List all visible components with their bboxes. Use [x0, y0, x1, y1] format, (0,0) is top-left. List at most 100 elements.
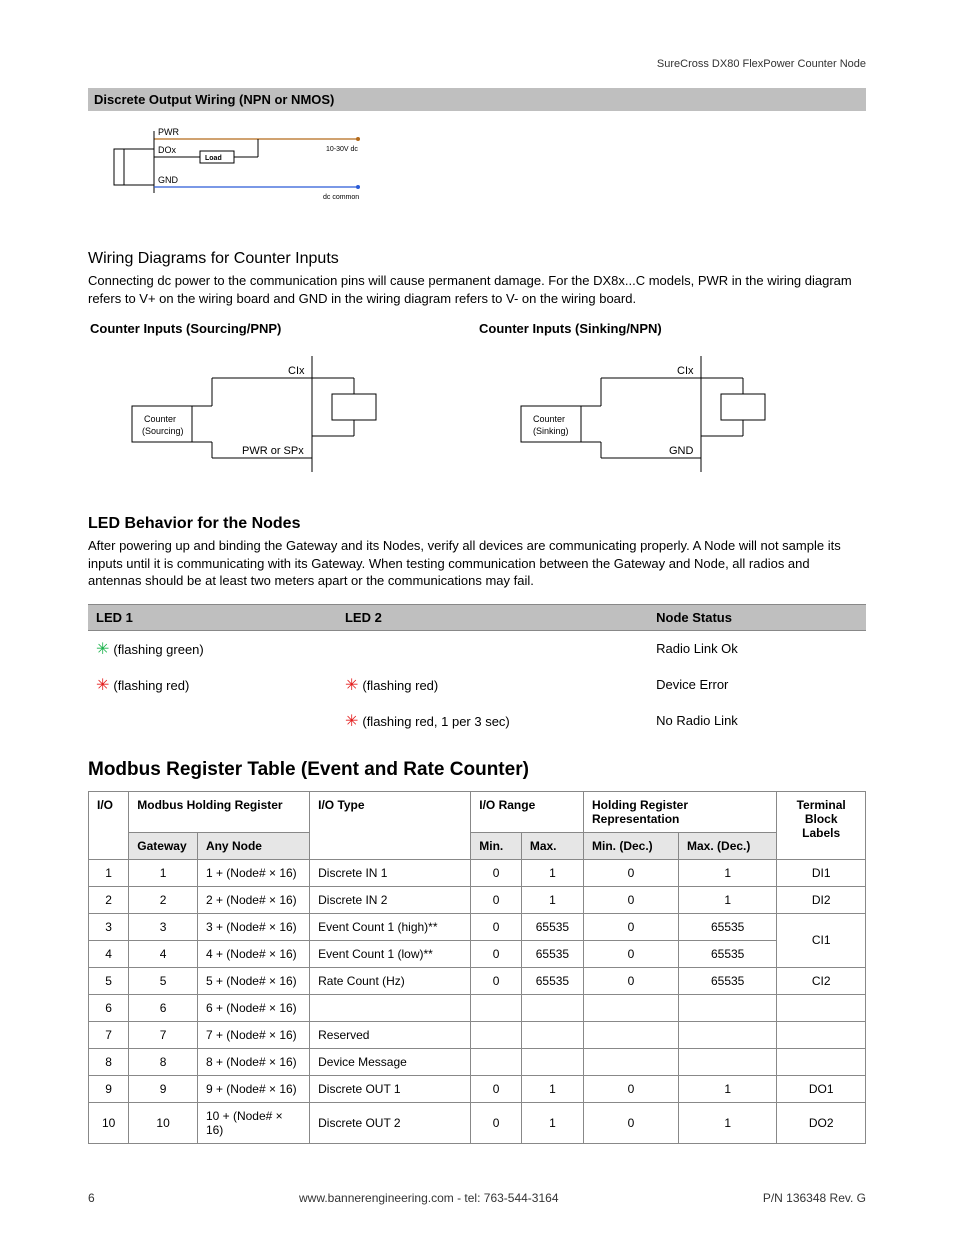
- modbus-cell: [584, 994, 679, 1021]
- modbus-cell: 8: [129, 1048, 198, 1075]
- modbus-cell: CI2: [777, 967, 866, 994]
- counter-sourcing-diagram: CIx Counter (Sourcing) PWR: [112, 346, 477, 491]
- modbus-cell: 3: [89, 913, 129, 940]
- led2-header: LED 2: [337, 604, 648, 630]
- document-header: SureCross DX80 FlexPower Counter Node: [88, 58, 866, 70]
- rep-header: Holding Register Representation: [584, 791, 777, 832]
- modbus-cell: 2: [129, 886, 198, 913]
- led-row: ✳(flashing green) Radio Link Ok: [88, 630, 866, 667]
- modbus-cell: [679, 1021, 777, 1048]
- modbus-cell: DI1: [777, 859, 866, 886]
- gw-header: Gateway: [129, 832, 198, 859]
- modbus-cell: 0: [471, 859, 522, 886]
- reg-header: Modbus Holding Register: [129, 791, 310, 832]
- wiring-intro: Connecting dc power to the communication…: [88, 272, 866, 307]
- page-number: 6: [88, 1191, 95, 1205]
- load-label: Load: [205, 155, 222, 162]
- modbus-row: 111 + (Node# × 16)Discrete IN 10101DI1: [89, 859, 866, 886]
- modbus-cell: Discrete IN 2: [310, 886, 471, 913]
- modbus-cell: 9: [89, 1075, 129, 1102]
- modbus-cell: 6: [89, 994, 129, 1021]
- modbus-cell: 0: [584, 1075, 679, 1102]
- modbus-cell: 1: [521, 859, 583, 886]
- wiring-heading: Wiring Diagrams for Counter Inputs: [88, 250, 866, 268]
- modbus-cell: [521, 994, 583, 1021]
- modbus-cell: 0: [584, 940, 679, 967]
- led1-cell: ✳(flashing green): [88, 630, 337, 667]
- modbus-cell: 10: [89, 1102, 129, 1143]
- modbus-row: 555 + (Node# × 16)Rate Count (Hz)0655350…: [89, 967, 866, 994]
- modbus-cell: DO1: [777, 1075, 866, 1102]
- led2-text: (flashing red, 1 per 3 sec): [362, 714, 509, 729]
- status-cell: Device Error: [648, 667, 866, 703]
- svg-text:(Sourcing): (Sourcing): [142, 426, 184, 436]
- modbus-cell: 1: [129, 859, 198, 886]
- modbus-cell: DI2: [777, 886, 866, 913]
- modbus-cell: 65535: [679, 967, 777, 994]
- counter-sinking-title: Counter Inputs (Sinking/NPN): [477, 321, 866, 336]
- modbus-cell: 6: [129, 994, 198, 1021]
- modbus-cell: 7: [129, 1021, 198, 1048]
- modbus-cell: 2 + (Node# × 16): [197, 886, 309, 913]
- modbus-cell: 0: [584, 967, 679, 994]
- status-cell: No Radio Link: [648, 703, 866, 739]
- modbus-cell: Discrete OUT 1: [310, 1075, 471, 1102]
- led1-text: (flashing green): [113, 642, 203, 657]
- modbus-cell: 1 + (Node# × 16): [197, 859, 309, 886]
- modbus-cell: Reserved: [310, 1021, 471, 1048]
- mind-header: Min. (Dec.): [584, 832, 679, 859]
- min-header: Min.: [471, 832, 522, 859]
- led1-cell: [88, 703, 337, 739]
- svg-text:Counter: Counter: [533, 414, 565, 424]
- discrete-output-diagram: PWR 10-30V dc DOx Load GND dc common: [108, 121, 388, 226]
- modbus-cell: [310, 994, 471, 1021]
- svg-text:(Sinking): (Sinking): [533, 426, 569, 436]
- footer: 6 www.bannerengineering.com - tel: 763-5…: [88, 1191, 866, 1205]
- modbus-table: I/O Modbus Holding Register I/O Type I/O…: [88, 791, 866, 1144]
- modbus-cell: Device Message: [310, 1048, 471, 1075]
- modbus-cell: 6 + (Node# × 16): [197, 994, 309, 1021]
- modbus-cell: 65535: [679, 940, 777, 967]
- modbus-row: 999 + (Node# × 16)Discrete OUT 10101DO1: [89, 1075, 866, 1102]
- modbus-cell: 3 + (Node# × 16): [197, 913, 309, 940]
- modbus-cell: [679, 994, 777, 1021]
- modbus-row: 444 + (Node# × 16)Event Count 1 (low)**0…: [89, 940, 866, 967]
- modbus-cell: 8 + (Node# × 16): [197, 1048, 309, 1075]
- modbus-cell: 0: [584, 886, 679, 913]
- modbus-cell: [777, 1048, 866, 1075]
- led-intro: After powering up and binding the Gatewa…: [88, 537, 866, 590]
- modbus-cell: [679, 1048, 777, 1075]
- footer-right: P/N 136348 Rev. G: [763, 1191, 866, 1205]
- modbus-cell: 5: [129, 967, 198, 994]
- led1-text: (flashing red): [113, 678, 189, 693]
- modbus-cell: 0: [471, 1075, 522, 1102]
- section-discrete-output: Discrete Output Wiring (NPN or NMOS): [88, 88, 866, 111]
- modbus-cell: 1: [521, 1102, 583, 1143]
- max-header: Max.: [521, 832, 583, 859]
- flash-icon: ✳: [96, 677, 109, 694]
- led-table: LED 1 LED 2 Node Status ✳(flashing green…: [88, 604, 866, 739]
- svg-text:CIx: CIx: [288, 365, 305, 377]
- led2-cell: [337, 630, 648, 667]
- status-cell: Radio Link Ok: [648, 630, 866, 667]
- svg-text:Counter: Counter: [144, 414, 176, 424]
- modbus-cell: Event Count 1 (high)**: [310, 913, 471, 940]
- modbus-cell: 7: [89, 1021, 129, 1048]
- modbus-cell: 0: [471, 967, 522, 994]
- modbus-cell: [584, 1048, 679, 1075]
- modbus-cell: 1: [679, 886, 777, 913]
- modbus-row: 888 + (Node# × 16)Device Message: [89, 1048, 866, 1075]
- modbus-cell: 7 + (Node# × 16): [197, 1021, 309, 1048]
- modbus-cell: 0: [584, 1102, 679, 1143]
- modbus-cell: 2: [89, 886, 129, 913]
- flash-icon: ✳: [345, 713, 358, 730]
- svg-text:CIx: CIx: [677, 365, 694, 377]
- modbus-cell: 0: [471, 940, 522, 967]
- modbus-cell: 0: [471, 1102, 522, 1143]
- modbus-cell: 65535: [521, 940, 583, 967]
- modbus-row: 222 + (Node# × 16)Discrete IN 20101DI2: [89, 886, 866, 913]
- dox-label: DOx: [158, 145, 177, 155]
- modbus-heading: Modbus Register Table (Event and Rate Co…: [88, 759, 866, 781]
- any-header: Any Node: [197, 832, 309, 859]
- modbus-cell: 0: [471, 886, 522, 913]
